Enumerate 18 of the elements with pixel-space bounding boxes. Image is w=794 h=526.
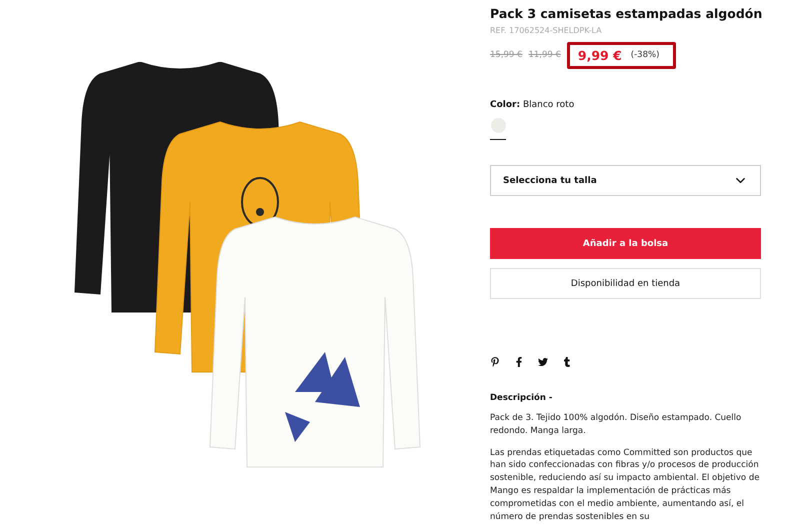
current-price: 9,99 € [578,48,622,62]
old-price: 15,99 € [490,50,522,60]
old-price: 11,99 € [528,50,561,60]
description-title: Descripción - [490,393,554,403]
description-paragraph: Las prendas etiquetadas como Committed son productos que han sido confeccionadas con fibras y/o procesos de producción sostenible, reduciendo así su impacto ambiental. El objetivo de Mango es respaldar la implementación de prácticas más comprometidas con el medio ambiente, aumentando así, el número de prendas sostenibles en su [490,446,760,524]
tumblr-icon[interactable] [562,357,572,367]
size-select[interactable]: Selecciona tu talla [490,165,761,196]
store-availability-button[interactable]: Disponibilidad en tienda [490,268,761,299]
product-title: Pack 3 camisetas estampadas algodón [490,6,761,21]
color-label: Color: Blanco roto [490,100,576,110]
add-to-bag-button[interactable]: Añadir a la bolsa [490,228,761,259]
reference-code: REF. 17062524-SHELDPK-LA [490,26,603,35]
discount-label: (-38%) [630,50,660,60]
twitter-icon[interactable] [538,357,548,367]
facebook-icon[interactable] [514,357,524,367]
description-paragraph: Pack de 3. Tejido 100% algodón. Diseño estampado. Cuello redondo. Manga larga. [490,412,742,438]
pinterest-icon[interactable] [490,357,500,367]
color-swatch[interactable] [490,118,506,140]
